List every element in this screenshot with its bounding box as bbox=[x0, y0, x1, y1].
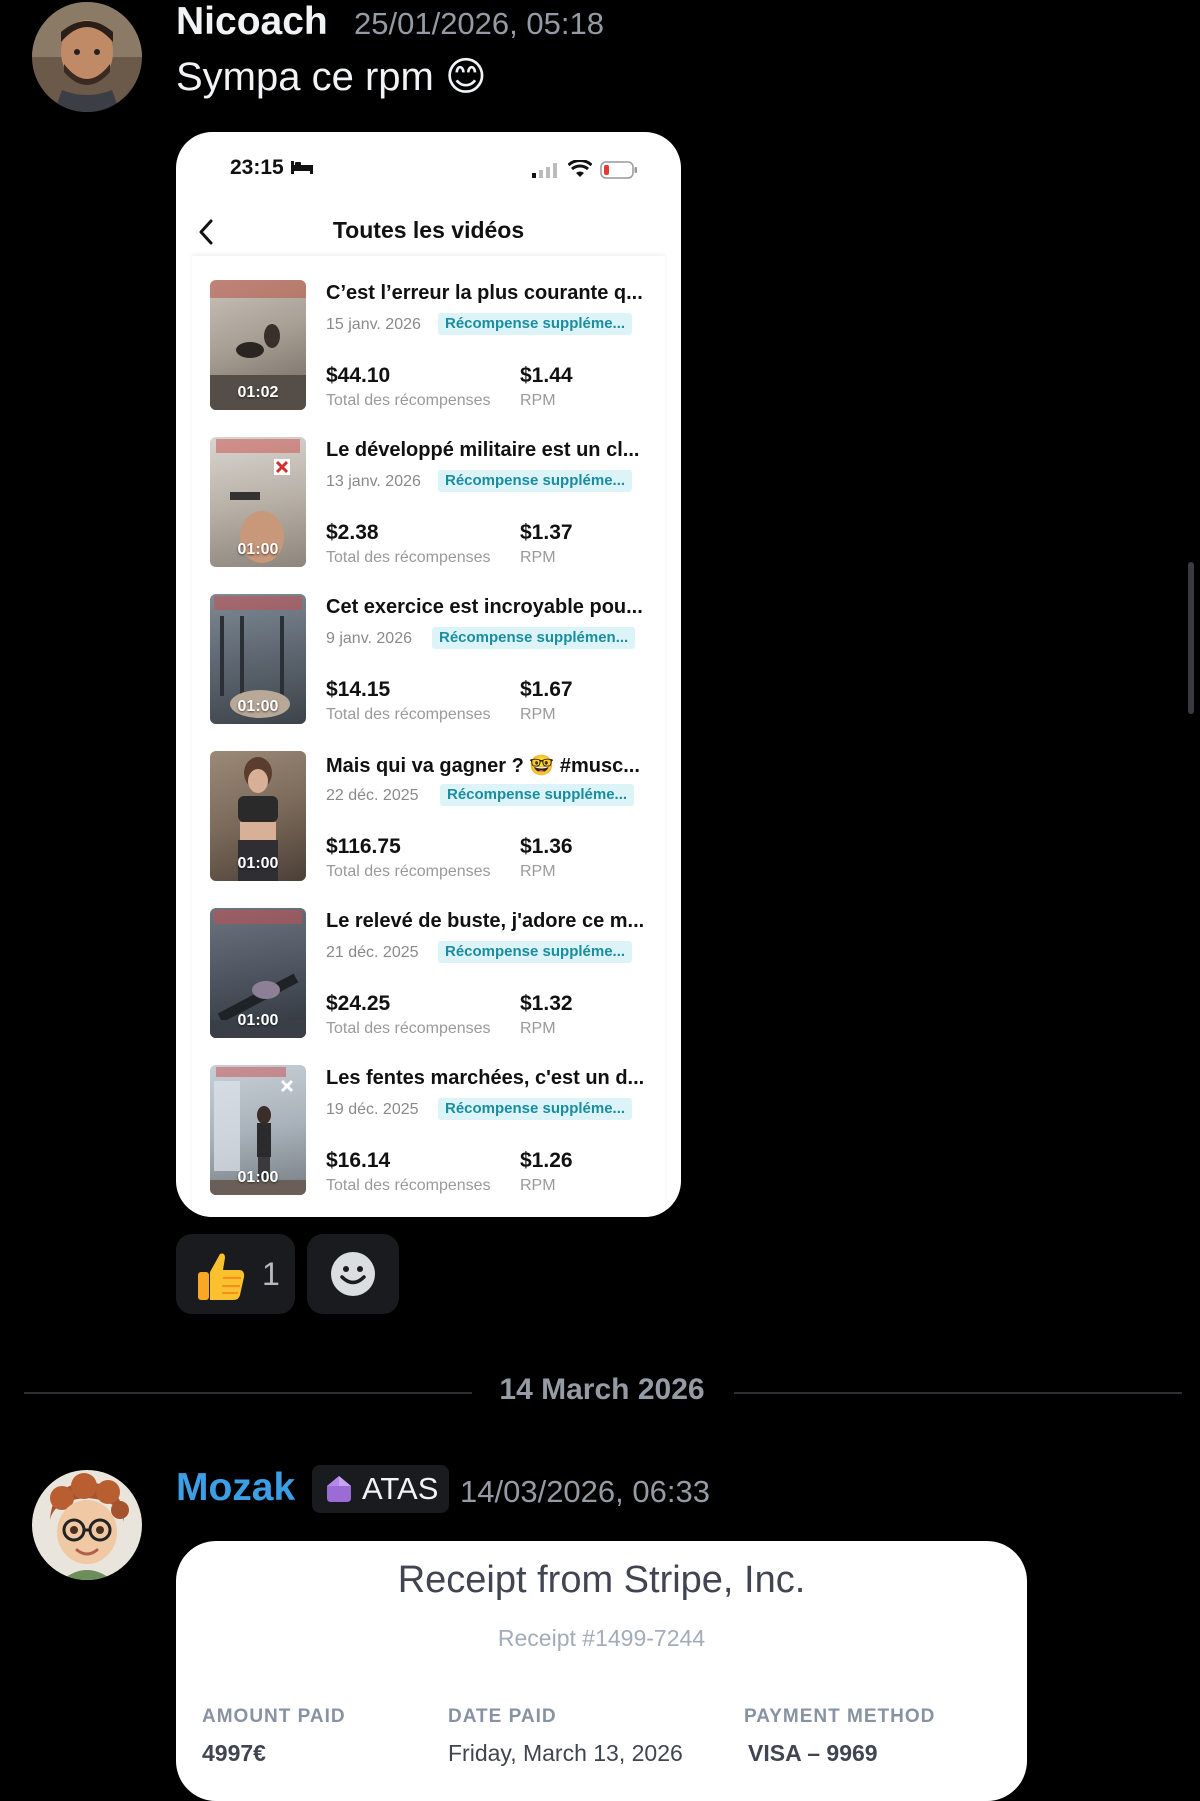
video-row[interactable]: 01:00 Mais qui va gagner ? 🤓 #musc... 22… bbox=[192, 751, 665, 908]
video-duration: 01:00 bbox=[237, 541, 279, 558]
video-row[interactable]: 01:00 Cet exercice est incroyable pou...… bbox=[192, 594, 665, 751]
video-thumbnail: 01:00 bbox=[210, 751, 306, 881]
video-duration: 01:00 bbox=[237, 1169, 279, 1186]
username-nicoach[interactable]: Nicoach bbox=[176, 0, 328, 44]
rpm-label: RPM bbox=[520, 1020, 556, 1037]
role-gem-icon bbox=[324, 1474, 354, 1509]
video-thumbnail: 01:00 bbox=[210, 1065, 306, 1195]
video-row[interactable]: 01:00 Le développé militaire est un cl..… bbox=[192, 437, 665, 594]
video-date: 22 déc. 2025 bbox=[326, 787, 419, 804]
reward-badge: Récompense suppléme... bbox=[438, 313, 633, 335]
amount-paid-value: 4997€ bbox=[202, 1740, 266, 1766]
battery-icon bbox=[600, 161, 638, 184]
rpm-label: RPM bbox=[520, 863, 556, 880]
signal-icon bbox=[532, 162, 558, 183]
video-row[interactable]: 01:02 C’est l’erreur la plus courante q.… bbox=[192, 280, 665, 437]
date-divider-line-right bbox=[734, 1392, 1182, 1394]
date-paid-value: Friday, March 13, 2026 bbox=[448, 1740, 683, 1766]
total-rewards-value: $16.14 bbox=[326, 1149, 391, 1172]
rpm-value: $1.26 bbox=[520, 1149, 573, 1172]
total-rewards-label: Total des récompenses bbox=[326, 392, 491, 409]
video-duration: 01:00 bbox=[237, 1012, 279, 1029]
video-thumbnail: 01:00 bbox=[210, 908, 306, 1038]
role-tag-label: ATAS bbox=[362, 1471, 439, 1506]
reward-badge: Récompense suppléme... bbox=[438, 941, 633, 963]
image-attachment-receipt[interactable]: Receipt from Stripe, Inc. Receipt #1499-… bbox=[176, 1541, 1027, 1801]
add-reaction-smiley-icon bbox=[329, 1250, 377, 1303]
video-title: Mais qui va gagner ? 🤓 #musc... bbox=[326, 755, 640, 777]
total-rewards-label: Total des récompenses bbox=[326, 1020, 491, 1037]
total-rewards-value: $44.10 bbox=[326, 364, 391, 387]
total-rewards-label: Total des récompenses bbox=[326, 863, 491, 880]
payment-method-value: VISA – 9969 bbox=[748, 1740, 878, 1766]
image-attachment-phone-screenshot[interactable]: 23:15 Toutes les vidéos 01:02 C’est l’er… bbox=[176, 132, 681, 1217]
total-rewards-value: $24.25 bbox=[326, 992, 391, 1015]
reaction-thumbs-up[interactable]: 1 bbox=[176, 1234, 295, 1314]
rpm-label: RPM bbox=[520, 706, 556, 723]
video-list: 01:02 C’est l’erreur la plus courante q.… bbox=[192, 256, 665, 1217]
receipt-number: Receipt #1499-7244 bbox=[497, 1625, 706, 1651]
video-thumbnail: 01:00 bbox=[210, 437, 306, 567]
date-divider-line-left bbox=[24, 1392, 472, 1394]
video-date: 13 janv. 2026 bbox=[326, 473, 421, 490]
rpm-value: $1.32 bbox=[520, 992, 573, 1015]
thumbs-up-icon bbox=[192, 1248, 248, 1309]
rpm-value: $1.44 bbox=[520, 364, 573, 387]
rpm-label: RPM bbox=[520, 549, 556, 566]
wifi-icon bbox=[567, 159, 593, 183]
reaction-count: 1 bbox=[262, 1256, 280, 1292]
phone-status-bar: 23:15 bbox=[176, 132, 681, 192]
video-duration: 01:02 bbox=[237, 384, 279, 401]
rpm-value: $1.67 bbox=[520, 678, 573, 701]
amount-paid-label: AMOUNT PAID bbox=[202, 1706, 346, 1727]
video-date: 9 janv. 2026 bbox=[326, 630, 412, 647]
video-title: Cet exercice est incroyable pou... bbox=[326, 596, 643, 618]
receipt-title: Receipt from Stripe, Inc. bbox=[397, 1559, 806, 1601]
reward-badge: Récompense suppléme... bbox=[438, 1098, 633, 1120]
video-row[interactable]: 01:00 Le relevé de buste, j'adore ce m..… bbox=[192, 908, 665, 1065]
avatar-nicoach[interactable] bbox=[32, 2, 142, 112]
phone-time: 23:15 bbox=[230, 156, 284, 179]
message-text: Sympa ce rpm 😊 bbox=[176, 55, 487, 99]
avatar-mozak[interactable] bbox=[32, 1470, 142, 1580]
phone-nav-title: Toutes les vidéos bbox=[332, 217, 525, 243]
video-title: Le relevé de buste, j'adore ce m... bbox=[326, 910, 645, 932]
reward-badge: Récompense suppléme... bbox=[440, 784, 635, 806]
rpm-label: RPM bbox=[520, 1177, 556, 1194]
video-title: Les fentes marchées, c'est un d... bbox=[326, 1067, 645, 1089]
video-row[interactable]: 01:00 Les fentes marchées, c'est un d...… bbox=[192, 1065, 665, 1217]
scrollbar-thumb[interactable] bbox=[1188, 562, 1194, 714]
video-title: Le développé militaire est un cl... bbox=[326, 439, 640, 461]
date-paid-label: DATE PAID bbox=[448, 1706, 557, 1727]
total-rewards-label: Total des récompenses bbox=[326, 706, 491, 723]
message-timestamp: 14/03/2026, 06:33 bbox=[460, 1474, 710, 1509]
video-date: 19 déc. 2025 bbox=[326, 1101, 419, 1118]
reward-badge: Récompense supplémen... bbox=[432, 627, 636, 649]
rpm-value: $1.36 bbox=[520, 835, 573, 858]
video-duration: 01:00 bbox=[237, 855, 279, 872]
reward-badge: Récompense suppléme... bbox=[438, 470, 633, 492]
total-rewards-value: $116.75 bbox=[326, 835, 401, 858]
total-rewards-label: Total des récompenses bbox=[326, 1177, 491, 1194]
total-rewards-value: $14.15 bbox=[326, 678, 391, 701]
bed-icon bbox=[290, 159, 314, 180]
username-mozak[interactable]: Mozak bbox=[176, 1466, 295, 1510]
payment-method-label: PAYMENT METHOD bbox=[744, 1706, 936, 1727]
date-divider: 14 March 2026 bbox=[499, 1373, 705, 1406]
video-date: 15 janv. 2026 bbox=[326, 316, 421, 333]
phone-nav-bar: Toutes les vidéos bbox=[176, 207, 681, 257]
rpm-label: RPM bbox=[520, 392, 556, 409]
add-reaction-button[interactable] bbox=[307, 1234, 399, 1314]
total-rewards-value: $2.38 bbox=[326, 521, 379, 544]
role-tag[interactable]: ATAS bbox=[312, 1465, 449, 1513]
video-title: C’est l’erreur la plus courante q... bbox=[326, 282, 643, 304]
message-timestamp: 25/01/2026, 05:18 bbox=[354, 6, 604, 41]
video-thumbnail: 01:02 bbox=[210, 280, 306, 410]
video-duration: 01:00 bbox=[237, 698, 279, 715]
video-date: 21 déc. 2025 bbox=[326, 944, 419, 961]
total-rewards-label: Total des récompenses bbox=[326, 549, 491, 566]
rpm-value: $1.37 bbox=[520, 521, 573, 544]
video-thumbnail: 01:00 bbox=[210, 594, 306, 724]
